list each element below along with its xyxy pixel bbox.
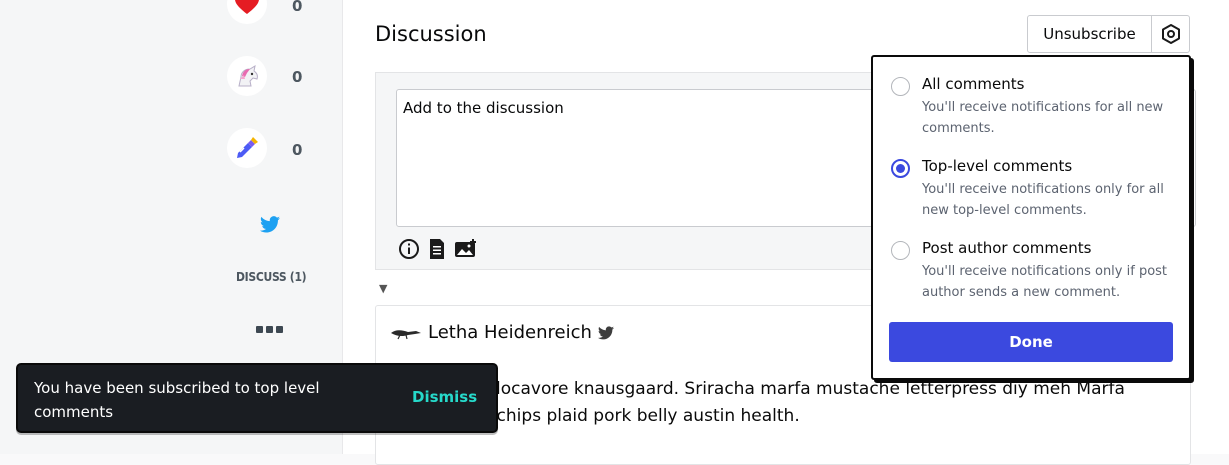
comment-author-name[interactable]: Letha Heidenreich bbox=[428, 322, 592, 343]
twitter-icon[interactable] bbox=[597, 325, 614, 340]
subscription-options-dropdown: All comments You'll receive notification… bbox=[871, 55, 1191, 380]
option-title: All comments bbox=[922, 75, 1025, 93]
option-description: You'll receive notifications only for al… bbox=[922, 182, 1164, 218]
bookmark-icon bbox=[237, 137, 258, 158]
heart-icon bbox=[235, 0, 259, 14]
composer-toolbar bbox=[398, 238, 478, 260]
gear-icon bbox=[1161, 24, 1180, 44]
bookmark-count: 0 bbox=[292, 141, 303, 159]
unicorn-reaction-button[interactable] bbox=[227, 56, 267, 96]
option-title: Post author comments bbox=[922, 239, 1092, 257]
heart-reaction-button[interactable] bbox=[227, 0, 267, 24]
unicorn-count: 0 bbox=[292, 68, 303, 86]
subscription-settings-button[interactable] bbox=[1151, 15, 1190, 53]
author-avatar bbox=[391, 329, 421, 339]
option-description: You'll receive notifications for all new… bbox=[922, 100, 1164, 136]
more-options-icon[interactable] bbox=[256, 326, 283, 333]
done-button[interactable]: Done bbox=[889, 322, 1173, 362]
post-author-comments-radio[interactable] bbox=[891, 241, 910, 260]
discussion-title: Discussion bbox=[375, 22, 487, 46]
collapse-thread-arrow-icon[interactable]: ▼ bbox=[379, 282, 387, 295]
subscription-snackbar: You have been subscribed to top level co… bbox=[16, 363, 498, 433]
unicorn-icon bbox=[238, 64, 258, 87]
option-title: Top-level comments bbox=[922, 157, 1073, 175]
all-comments-radio[interactable] bbox=[891, 77, 910, 96]
info-icon[interactable] bbox=[398, 238, 420, 260]
top-level-comments-radio[interactable] bbox=[891, 159, 910, 178]
document-icon[interactable] bbox=[428, 238, 446, 260]
option-description: You'll receive notifications only if pos… bbox=[922, 264, 1168, 300]
twitter-share-icon[interactable] bbox=[260, 216, 280, 237]
heart-count: 0 bbox=[292, 0, 303, 15]
image-upload-icon[interactable] bbox=[454, 238, 478, 260]
comment-author-row: Letha Heidenreich bbox=[390, 322, 614, 343]
snackbar-message: You have been subscribed to top level co… bbox=[34, 379, 320, 421]
dismiss-button[interactable]: Dismiss bbox=[412, 388, 477, 406]
comment-body: Small batch locavore knausgaard. Srirach… bbox=[390, 379, 1125, 426]
discuss-count-label[interactable]: DISCUSS (1) bbox=[236, 270, 307, 284]
unsubscribe-button[interactable]: Unsubscribe bbox=[1027, 15, 1152, 53]
bookmark-reaction-button[interactable] bbox=[227, 128, 267, 168]
